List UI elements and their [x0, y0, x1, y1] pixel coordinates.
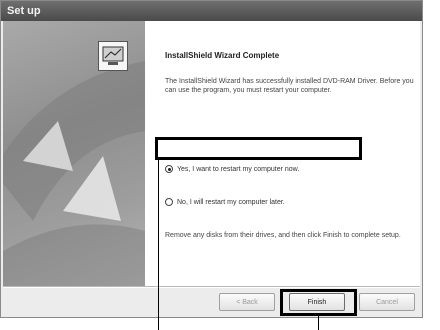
restart-now-radio[interactable] [165, 165, 173, 173]
window-title: Set up [7, 5, 41, 17]
restart-later-option[interactable]: No, I will restart my computer later. [165, 198, 285, 206]
wizard-heading: InstallShield Wizard Complete [165, 51, 280, 60]
wizard-finish-note: Remove any disks from their drives, and … [165, 232, 401, 239]
callout-leader-line-right [318, 316, 319, 330]
restart-now-option[interactable]: Yes, I want to restart my computer now. [165, 165, 299, 173]
restart-now-label: Yes, I want to restart my computer now. [177, 165, 300, 173]
back-button[interactable]: < Back [219, 293, 275, 311]
title-bar[interactable]: Set up [1, 1, 422, 21]
installshield-computer-icon [98, 41, 128, 71]
footer-divider [3, 286, 420, 288]
restart-option-callout-box [155, 137, 362, 160]
cancel-button[interactable]: Cancel [359, 293, 415, 311]
callout-leader-line-left [158, 160, 159, 330]
wizard-intro-text: The InstallShield Wizard has successfull… [165, 78, 414, 94]
wizard-side-banner [3, 21, 145, 286]
restart-later-radio[interactable] [165, 198, 173, 206]
finish-button-callout-box [280, 289, 357, 316]
restart-later-label: No, I will restart my computer later. [177, 198, 285, 206]
